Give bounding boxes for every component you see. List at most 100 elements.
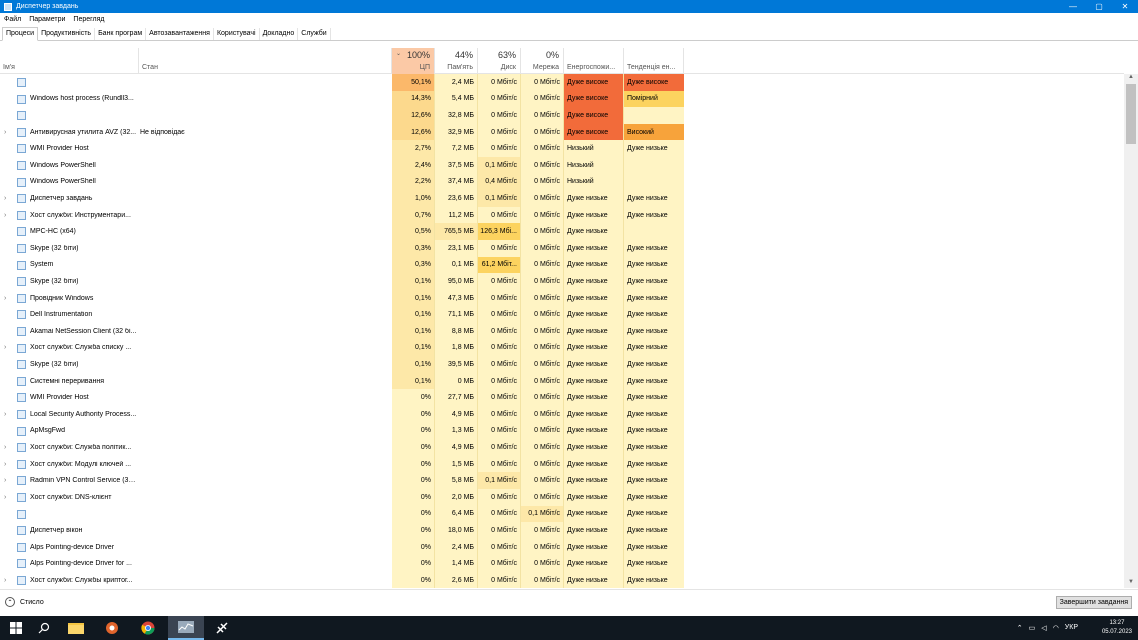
- scroll-up-icon[interactable]: ▲: [1124, 74, 1138, 83]
- col-power[interactable]: Енергоспожи...: [564, 48, 624, 74]
- col-disk[interactable]: 63% Диск: [478, 48, 521, 74]
- process-name: Windows host process (Rundll3...: [30, 95, 134, 103]
- process-name: Radmin VPN Control Service (32...: [30, 477, 138, 485]
- wifi-icon[interactable]: ◠: [1053, 624, 1059, 632]
- cell-disk: 0 Мбіт/с: [478, 356, 521, 373]
- table-row[interactable]: › Диспетчер завдань 1,0% 23,6 МБ 0,1 Мбіт/с 0…: [0, 190, 1124, 207]
- table-row[interactable]: Windows PowerShell 2,2% 37,4 МБ 0,4 Мбіт/с 0…: [0, 173, 1124, 191]
- table-row[interactable]: 0% 6,4 МБ 0 Мбіт/с 0,1 Мбіт/с Дуже низьке Дуж…: [0, 505, 1124, 523]
- cell-power-trend: Дуже низьке: [624, 206, 684, 224]
- table-row[interactable]: › Хост служби: Инструментари... 0,7% 11,2 М…: [0, 206, 1124, 224]
- table-row[interactable]: Диспетчер вікон 0% 18,0 МБ 0 Мбіт/с 0 Мбіт/с…: [0, 522, 1124, 539]
- expand-chevron-icon[interactable]: ›: [4, 477, 6, 484]
- table-row[interactable]: MPC-HC (x64) 0,5% 765,5 МБ 126,3 Мбі... 0 Мб…: [0, 223, 1124, 240]
- vertical-scrollbar[interactable]: ▲ ▼: [1124, 74, 1138, 588]
- media-player-icon[interactable]: [96, 616, 128, 640]
- maximize-button[interactable]: ▢: [1086, 0, 1112, 13]
- table-row[interactable]: › Хост служби: Модулі ключей ... 0% 1,5 МБ 0…: [0, 455, 1124, 473]
- expand-chevron-icon[interactable]: ›: [4, 195, 6, 202]
- table-row[interactable]: Skype (32 біти) 0,1% 95,0 МБ 0 Мбіт/с 0 Мбіт…: [0, 273, 1124, 290]
- table-row[interactable]: Skype (32 біти) 0,3% 23,1 МБ 0 Мбіт/с 0 Мбіт…: [0, 240, 1124, 257]
- cell-cpu: 0%: [392, 505, 435, 523]
- table-row[interactable]: Windows host process (Rundll3... 14,3% 5,4…: [0, 90, 1124, 108]
- network-icon[interactable]: ▭: [1029, 624, 1036, 632]
- col-cpu[interactable]: ⌄ 100% ЦП: [392, 48, 435, 74]
- cell-mem: 47,3 МБ: [435, 289, 478, 307]
- end-task-button[interactable]: Завершити завдання: [1055, 596, 1132, 609]
- cell-mem: 11,2 МБ: [435, 206, 478, 224]
- table-row[interactable]: › Хост служби: Службы криптог... 0% 2,6 МБ 0…: [0, 572, 1124, 588]
- table-row[interactable]: 50,1% 2,4 МБ 0 Мбіт/с 0 Мбіт/с Дуже високе Ду…: [0, 74, 1124, 91]
- process-icon: [17, 360, 26, 370]
- col-status[interactable]: Стан: [139, 48, 392, 74]
- expand-chevron-icon[interactable]: ›: [4, 444, 6, 451]
- table-row[interactable]: › Radmin VPN Control Service (32... 0% 5,8 …: [0, 472, 1124, 489]
- cell-power-usage: Дуже низьке: [564, 223, 624, 240]
- tab-startup[interactable]: Автозавантаження: [146, 28, 214, 40]
- menu-options[interactable]: Параметри: [29, 16, 65, 23]
- table-row[interactable]: Alps Pointing-device Driver 0% 2,4 МБ 0 Мбі…: [0, 538, 1124, 556]
- avz-icon[interactable]: [206, 616, 238, 640]
- table-row[interactable]: ApMsgFwd 0% 1,3 МБ 0 Мбіт/с 0 Мбіт/с Дуже низ…: [0, 422, 1124, 440]
- tab-users[interactable]: Користувачі: [214, 28, 260, 40]
- expand-chevron-icon[interactable]: ›: [4, 129, 6, 136]
- expand-chevron-icon[interactable]: ›: [4, 344, 6, 351]
- file-explorer-icon[interactable]: [60, 616, 92, 640]
- cell-disk: 0 Мбіт/с: [478, 406, 521, 423]
- scroll-down-icon[interactable]: ▼: [1124, 579, 1138, 588]
- table-row[interactable]: › Хост служби: Служба списку ... 0,1% 1,8 М…: [0, 339, 1124, 357]
- scroll-thumb[interactable]: [1126, 84, 1136, 144]
- tab-performance[interactable]: Продуктивність: [38, 28, 96, 40]
- task-manager-taskbar-icon[interactable]: [168, 616, 204, 640]
- table-row[interactable]: WMI Provider Host 2,7% 7,2 МБ 0 Мбіт/с 0 Мбі…: [0, 140, 1124, 157]
- table-row[interactable]: › Хост служби: Служба політик... 0% 4,9 МБ 0…: [0, 439, 1124, 456]
- table-row[interactable]: Skype (32 біти) 0,1% 39,5 МБ 0 Мбіт/с 0 Мбіт…: [0, 356, 1124, 373]
- menu-view[interactable]: Перегляд: [73, 16, 104, 23]
- cell-power-trend: Дуже низьке: [624, 289, 684, 307]
- table-row[interactable]: Системні переривання 0,1% 0 МБ 0 Мбіт/с 0 Мб…: [0, 372, 1124, 390]
- table-row[interactable]: Windows PowerShell 2,4% 37,5 МБ 0,1 Мбіт/с 0…: [0, 157, 1124, 174]
- cell-disk: 0 Мбіт/с: [478, 555, 521, 572]
- expand-chevron-icon[interactable]: ›: [4, 411, 6, 418]
- expand-chevron-icon[interactable]: ›: [4, 494, 6, 501]
- col-memory[interactable]: 44% Пам'ять: [435, 48, 478, 74]
- cell-net: 0 Мбіт/с: [521, 439, 564, 456]
- table-row[interactable]: › Хост служби: DNS-клієнт 0% 2,0 МБ 0 Мбіт/с…: [0, 489, 1124, 506]
- search-icon[interactable]: [28, 616, 60, 640]
- col-power-trend[interactable]: Тенденція ен...: [624, 48, 684, 74]
- process-name: Alps Pointing-device Driver for ...: [30, 560, 132, 568]
- tab-app-history[interactable]: Банк програм: [95, 28, 147, 40]
- chrome-icon[interactable]: [132, 616, 164, 640]
- table-row[interactable]: › Local Security Authority Process... 0% 4,…: [0, 406, 1124, 423]
- table-row[interactable]: System 0,3% 0,1 МБ 61,2 Мбіт... 0 Мбіт/с Дуже…: [0, 256, 1124, 274]
- table-row[interactable]: Akamai NetSession Client (32 бі... 0,1% 8,…: [0, 323, 1124, 340]
- tab-processes[interactable]: Процеси: [2, 27, 39, 41]
- table-row[interactable]: › Антивирусная утилита AVZ (32... Не відпо…: [0, 123, 1124, 141]
- cell-power-usage: Дуже низьке: [564, 306, 624, 323]
- col-network[interactable]: 0% Мережа: [521, 48, 564, 74]
- tab-services[interactable]: Служби: [298, 28, 331, 40]
- expand-chevron-icon[interactable]: ›: [4, 461, 6, 468]
- menu-file[interactable]: Файл: [4, 16, 21, 23]
- table-row[interactable]: Dell Instrumentation 0,1% 71,1 МБ 0 Мбіт/с 0…: [0, 306, 1124, 323]
- keyboard-language[interactable]: УКР: [1065, 624, 1078, 632]
- volume-icon[interactable]: ◁: [1041, 624, 1046, 632]
- clock[interactable]: 13:27 05.07.2023: [1102, 619, 1132, 637]
- chevron-up-icon[interactable]: ⌃: [1017, 624, 1023, 632]
- col-name[interactable]: Ім'я: [0, 48, 139, 74]
- fewer-details-button[interactable]: ⌃ Стисло: [5, 597, 44, 607]
- cell-mem: 2,4 МБ: [435, 74, 478, 91]
- tab-details[interactable]: Докладно: [260, 28, 299, 40]
- minimize-button[interactable]: —: [1060, 0, 1086, 13]
- process-name: Хост служби: Службы криптог...: [30, 576, 133, 584]
- cell-power-trend: [624, 107, 684, 124]
- table-row[interactable]: 12,6% 32,8 МБ 0 Мбіт/с 0 Мбіт/с Дуже високе: [0, 107, 1124, 124]
- table-row[interactable]: › Провідник Windows 0,1% 47,3 МБ 0 Мбіт/с 0 М…: [0, 289, 1124, 307]
- expand-chevron-icon[interactable]: ›: [4, 577, 6, 584]
- table-row[interactable]: Alps Pointing-device Driver for ... 0% 1,4…: [0, 555, 1124, 572]
- close-button[interactable]: ✕: [1112, 0, 1138, 13]
- expand-chevron-icon[interactable]: ›: [4, 295, 6, 302]
- table-row[interactable]: WMI Provider Host 0% 27,7 МБ 0 Мбіт/с 0 Мбіт…: [0, 389, 1124, 406]
- cell-power-usage: Дуже низьке: [564, 190, 624, 207]
- expand-chevron-icon[interactable]: ›: [4, 212, 6, 219]
